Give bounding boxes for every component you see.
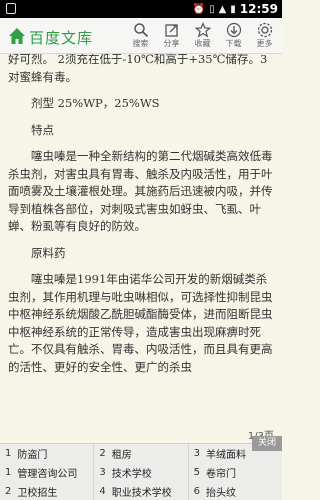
app-title[interactable]: 百度文库 xyxy=(29,27,93,48)
ad-text: 卫校招生 xyxy=(17,488,58,499)
document-content[interactable]: 好可烈。 2须充在低于-10℃和高于+35℃储存。3对蜜蜂有毒。 剂型 25%W… xyxy=(0,54,282,426)
download-button[interactable]: 下载 xyxy=(218,20,249,52)
origin-heading: 原料药 xyxy=(31,245,66,260)
ad-link[interactable]: 3 技术学校 xyxy=(93,463,187,482)
ad-text: 防盗门 xyxy=(17,450,48,461)
more-icon xyxy=(257,22,272,38)
features-heading: 特点 xyxy=(31,122,54,137)
ad-row: 1 防盗门 2 租房 3 羊绒面料 xyxy=(0,444,282,463)
ad-text: 租房 xyxy=(111,450,132,461)
ad-row: 2 卫校招生 4 职业技术学校 6 抬头纹 xyxy=(0,482,282,500)
ad-link[interactable]: 1 防盗门 xyxy=(0,444,93,463)
ad-text: 管理咨询公司 xyxy=(17,469,78,480)
ad-link[interactable]: 5 卷帘门 xyxy=(187,463,282,482)
share-icon xyxy=(164,24,178,37)
features-paragraph: 噻虫嗪是一种全新结构的第二代烟碱类高效低毒杀虫剂，对害虫具有胃毒、触杀及内吸活性… xyxy=(8,149,273,233)
ad-number: 1 xyxy=(5,467,12,478)
alarm-icon: ⏰ xyxy=(192,3,206,15)
formulation-line: 剂型 25%WP，25%WS xyxy=(31,96,160,110)
download-label: 下载 xyxy=(225,39,242,48)
ad-number: 5 xyxy=(193,467,201,478)
ad-number: 4 xyxy=(99,486,106,497)
ad-text: 羊绒面料 xyxy=(206,450,247,461)
search-icon xyxy=(133,23,148,38)
ad-text: 抬头纹 xyxy=(206,488,237,499)
more-button[interactable]: 更多 xyxy=(249,20,280,52)
ad-number: 3 xyxy=(193,448,201,459)
ad-number: 2 xyxy=(5,486,12,497)
favorite-button[interactable]: 收藏 xyxy=(187,20,218,52)
ad-row: 1 管理咨询公司 3 技术学校 5 卷帘门 xyxy=(0,463,282,482)
more-label: 更多 xyxy=(256,39,273,48)
search-label: 搜索 xyxy=(132,39,149,48)
ad-text: 技术学校 xyxy=(111,469,152,480)
ad-number: 6 xyxy=(193,486,201,497)
ad-link[interactable]: 3 羊绒面料 xyxy=(187,444,282,463)
favorite-label: 收藏 xyxy=(194,39,211,48)
app-bar: 百度文库 搜索 分享 收藏 下载 更多 xyxy=(0,18,282,54)
ad-link[interactable]: 2 卫校招生 xyxy=(0,482,93,500)
status-icons: ⏰ ▯ ▲ ▮ 12:59 xyxy=(193,1,278,17)
vibrate-icon: ▯ xyxy=(209,3,215,15)
ad-number: 1 xyxy=(5,448,12,459)
ad-link[interactable]: 4 职业技术学校 xyxy=(93,482,187,500)
ad-panel: 关闭 1 防盗门 2 租房 3 羊绒面料 1 管理咨询公司 3 技术学校 5 卷帘门 2 卫校… xyxy=(0,436,282,500)
share-button[interactable]: 分享 xyxy=(156,20,187,52)
ad-number: 2 xyxy=(99,448,106,459)
download-icon xyxy=(226,22,241,38)
ad-text: 卷帘门 xyxy=(206,469,237,480)
clock: 12:59 xyxy=(239,2,278,16)
star-icon xyxy=(194,22,211,38)
notification-icon xyxy=(6,3,16,14)
origin-paragraph: 噻虫嗪是1991年由诺华公司开发的新烟碱类杀虫剂，其作用机理与吡虫啉相似，可选择… xyxy=(8,272,273,374)
ad-link[interactable]: 6 抬头纹 xyxy=(187,482,282,500)
ad-text: 职业技术学校 xyxy=(111,488,172,499)
ad-number: 3 xyxy=(99,467,106,478)
search-button[interactable]: 搜索 xyxy=(125,20,156,52)
share-label: 分享 xyxy=(163,39,180,48)
signal-icon: ▲ xyxy=(218,3,227,15)
intro-paragraph: 好可烈。 2须充在低于-10℃和高于+35℃储存。3对蜜蜂有毒。 xyxy=(8,54,268,84)
ad-link[interactable]: 2 租房 xyxy=(93,444,187,463)
battery-icon: ▮ xyxy=(230,3,236,15)
home-icon[interactable] xyxy=(8,27,26,45)
ad-link[interactable]: 1 管理咨询公司 xyxy=(0,463,93,482)
status-bar: ⏰ ▯ ▲ ▮ 12:59 xyxy=(0,0,282,18)
toolbar: 搜索 分享 收藏 下载 更多 xyxy=(125,20,280,52)
